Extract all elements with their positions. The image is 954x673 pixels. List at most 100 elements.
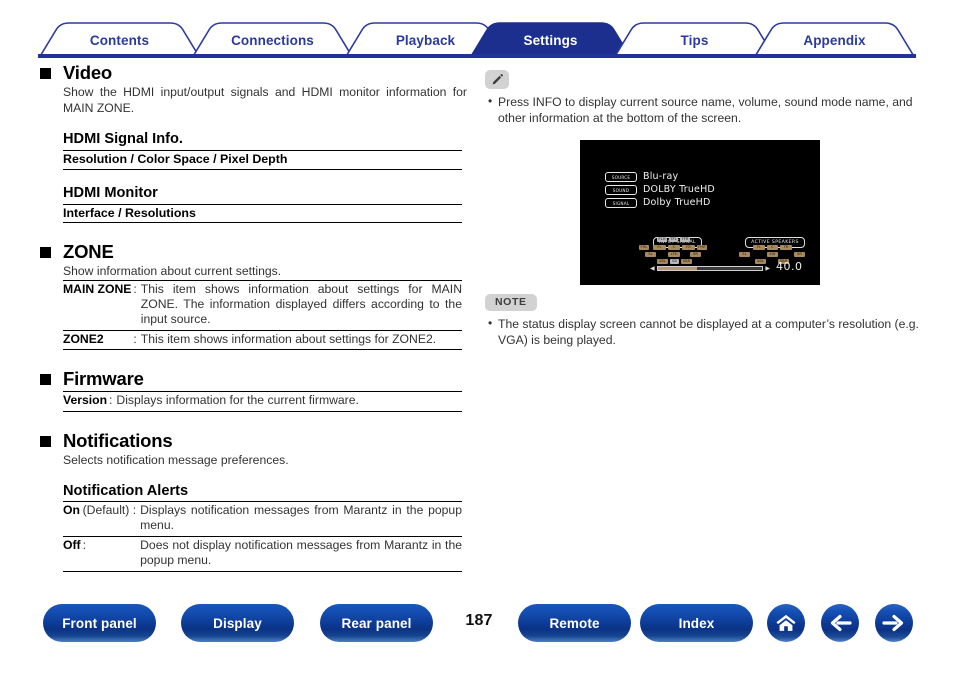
row-term: MAIN ZONE bbox=[63, 279, 134, 331]
tab-bar: Contents Connections Playback Settings T… bbox=[0, 0, 954, 62]
tab-contents[interactable]: Contents bbox=[38, 22, 201, 58]
osd-tag-sound: SOUND bbox=[605, 185, 637, 195]
page-number: 187 bbox=[465, 612, 493, 629]
left-content-column: Video Show the HDMI input/output signals… bbox=[39, 62, 467, 572]
active-speaker-sw: SW bbox=[767, 252, 778, 258]
active-speaker-sl: SL bbox=[739, 252, 750, 258]
section-title: ZONE bbox=[63, 241, 114, 262]
row-description: Displays notification messages from Mara… bbox=[140, 501, 462, 537]
pencil-icon bbox=[485, 70, 509, 89]
row-description: This item shows information about settin… bbox=[140, 329, 462, 351]
volume-right-arrow-icon: ▶ bbox=[765, 264, 770, 272]
active-speaker-c: C bbox=[767, 245, 778, 251]
tab-shape bbox=[469, 22, 632, 58]
input-speaker-sbl: SBL bbox=[657, 259, 668, 265]
display-button[interactable]: Display bbox=[181, 604, 294, 642]
home-button[interactable] bbox=[767, 604, 805, 642]
active-speaker-fr: FR bbox=[780, 245, 792, 251]
row-colon: : bbox=[82, 535, 141, 572]
remote-button[interactable]: Remote bbox=[518, 604, 631, 642]
input-speaker-sbr: SBR bbox=[681, 259, 692, 265]
list-item: The status display screen cannot be disp… bbox=[488, 316, 925, 348]
notification-alerts-table: On (Default) : Displays notification mes… bbox=[63, 501, 462, 572]
active-speaker-sbl: SBL bbox=[755, 259, 766, 265]
forward-button[interactable] bbox=[875, 604, 913, 642]
firmware-definition-table: Version : Displays information for the c… bbox=[63, 391, 462, 412]
osd-tag-signal: SIGNAL bbox=[605, 198, 637, 208]
back-button[interactable] bbox=[821, 604, 859, 642]
zone-description: Show information about current settings. bbox=[63, 264, 282, 278]
back-arrow-icon bbox=[830, 614, 852, 632]
tab-settings[interactable]: Settings bbox=[469, 22, 632, 58]
input-speaker-c: C bbox=[668, 245, 680, 251]
list-item: Press INFO to display current source nam… bbox=[488, 94, 925, 126]
input-speaker-tfr: TFR bbox=[680, 237, 690, 243]
input-speaker-sr: SR bbox=[690, 252, 701, 258]
volume-left-arrow-icon: ◀ bbox=[650, 264, 655, 272]
row-suffix: (Default) : bbox=[82, 501, 141, 537]
volume-track[interactable] bbox=[656, 265, 764, 272]
note-badge: NOTE bbox=[485, 294, 537, 311]
osd-row-sound: SOUND DOLBY TrueHD bbox=[605, 185, 715, 195]
hdmi-monitor-items: Interface / Resolutions bbox=[63, 205, 196, 220]
hdmi-signal-info-items: Resolution / Color Space / Pixel Depth bbox=[63, 152, 288, 166]
row-description: Does not display notification messages f… bbox=[140, 535, 462, 572]
square-bullet-icon bbox=[40, 374, 51, 386]
index-button[interactable]: Index bbox=[640, 604, 753, 642]
button-label: Remote bbox=[549, 615, 600, 631]
active-speaker-sr: SR bbox=[794, 252, 805, 258]
osd-tag-source: SOURCE bbox=[605, 172, 637, 182]
button-label: Rear panel bbox=[341, 615, 412, 631]
forward-arrow-icon bbox=[882, 614, 904, 632]
table-row: On (Default) : Displays notification mes… bbox=[63, 501, 462, 537]
subhead-hdmi-monitor: HDMI Monitor bbox=[63, 184, 158, 201]
tip-bullet-list: Press INFO to display current source nam… bbox=[485, 94, 925, 126]
volume-value: 40.0 bbox=[776, 260, 803, 273]
button-label: Display bbox=[213, 615, 262, 631]
osd-row-signal: SIGNAL Dolby TrueHD bbox=[605, 198, 710, 208]
input-speaker-fhr: FHR bbox=[697, 245, 707, 251]
front-panel-button[interactable]: Front panel bbox=[43, 604, 156, 642]
row-colon: : bbox=[133, 279, 141, 331]
row-colon: : bbox=[132, 503, 137, 518]
tab-tips[interactable]: Tips bbox=[613, 22, 776, 58]
right-content-column: Press INFO to display current source nam… bbox=[485, 70, 925, 347]
section-title: Notifications bbox=[63, 429, 173, 451]
input-speaker-lfe: LFE bbox=[668, 252, 680, 258]
tab-baseline bbox=[38, 54, 916, 58]
button-label: Index bbox=[678, 615, 715, 631]
footer-navigation: Front panel Display Rear panel 187 Remot… bbox=[0, 604, 954, 654]
osd-value-signal: Dolby TrueHD bbox=[643, 197, 711, 208]
tab-appendix[interactable]: Appendix bbox=[753, 22, 916, 58]
rear-panel-button[interactable]: Rear panel bbox=[320, 604, 433, 642]
tab-connections[interactable]: Connections bbox=[191, 22, 354, 58]
row-suffix-text: (Default) bbox=[82, 503, 130, 518]
table-row: MAIN ZONE : This item shows information … bbox=[63, 279, 462, 331]
section-title: Firmware bbox=[63, 368, 144, 390]
table-row: Version : Displays information for the c… bbox=[63, 391, 462, 412]
tab-shape bbox=[38, 22, 201, 58]
row-term: On bbox=[63, 501, 83, 537]
input-speaker-flh: FLH bbox=[657, 237, 667, 243]
note-block: NOTE The status display screen cannot be… bbox=[485, 292, 925, 350]
square-bullet-icon bbox=[40, 247, 51, 258]
input-speaker-fhl: FHL bbox=[639, 245, 649, 251]
section-heading-notifications: Notifications bbox=[39, 430, 467, 452]
row-colon: : bbox=[109, 391, 117, 412]
row-term: ZONE2 bbox=[63, 329, 134, 351]
volume-slider[interactable]: ◀ ▶ bbox=[650, 265, 770, 272]
tab-shape bbox=[753, 22, 916, 58]
input-speaker-fl: FL bbox=[653, 245, 666, 251]
input-signal-speaker-grid: FLH TFL TFR FHL FL C FR FHR SL LFE SR SBL SB SBR bbox=[638, 237, 718, 267]
subhead-hdmi-signal-info: HDMI Signal Info. bbox=[63, 131, 183, 147]
note-bullet-list: The status display screen cannot be disp… bbox=[485, 316, 925, 348]
pencil-glyph-icon bbox=[492, 74, 503, 85]
row-description: Displays information for the current fir… bbox=[116, 391, 462, 412]
subhead-notification-alerts: Notification Alerts bbox=[63, 483, 189, 500]
tab-shape bbox=[613, 22, 776, 58]
active-speaker-fl: FL bbox=[753, 245, 765, 251]
tab-shape bbox=[191, 22, 354, 58]
zone-definition-table: MAIN ZONE : This item shows information … bbox=[63, 279, 462, 351]
row-term: Version bbox=[63, 391, 110, 412]
osd-value-sound: DOLBY TrueHD bbox=[643, 184, 715, 195]
